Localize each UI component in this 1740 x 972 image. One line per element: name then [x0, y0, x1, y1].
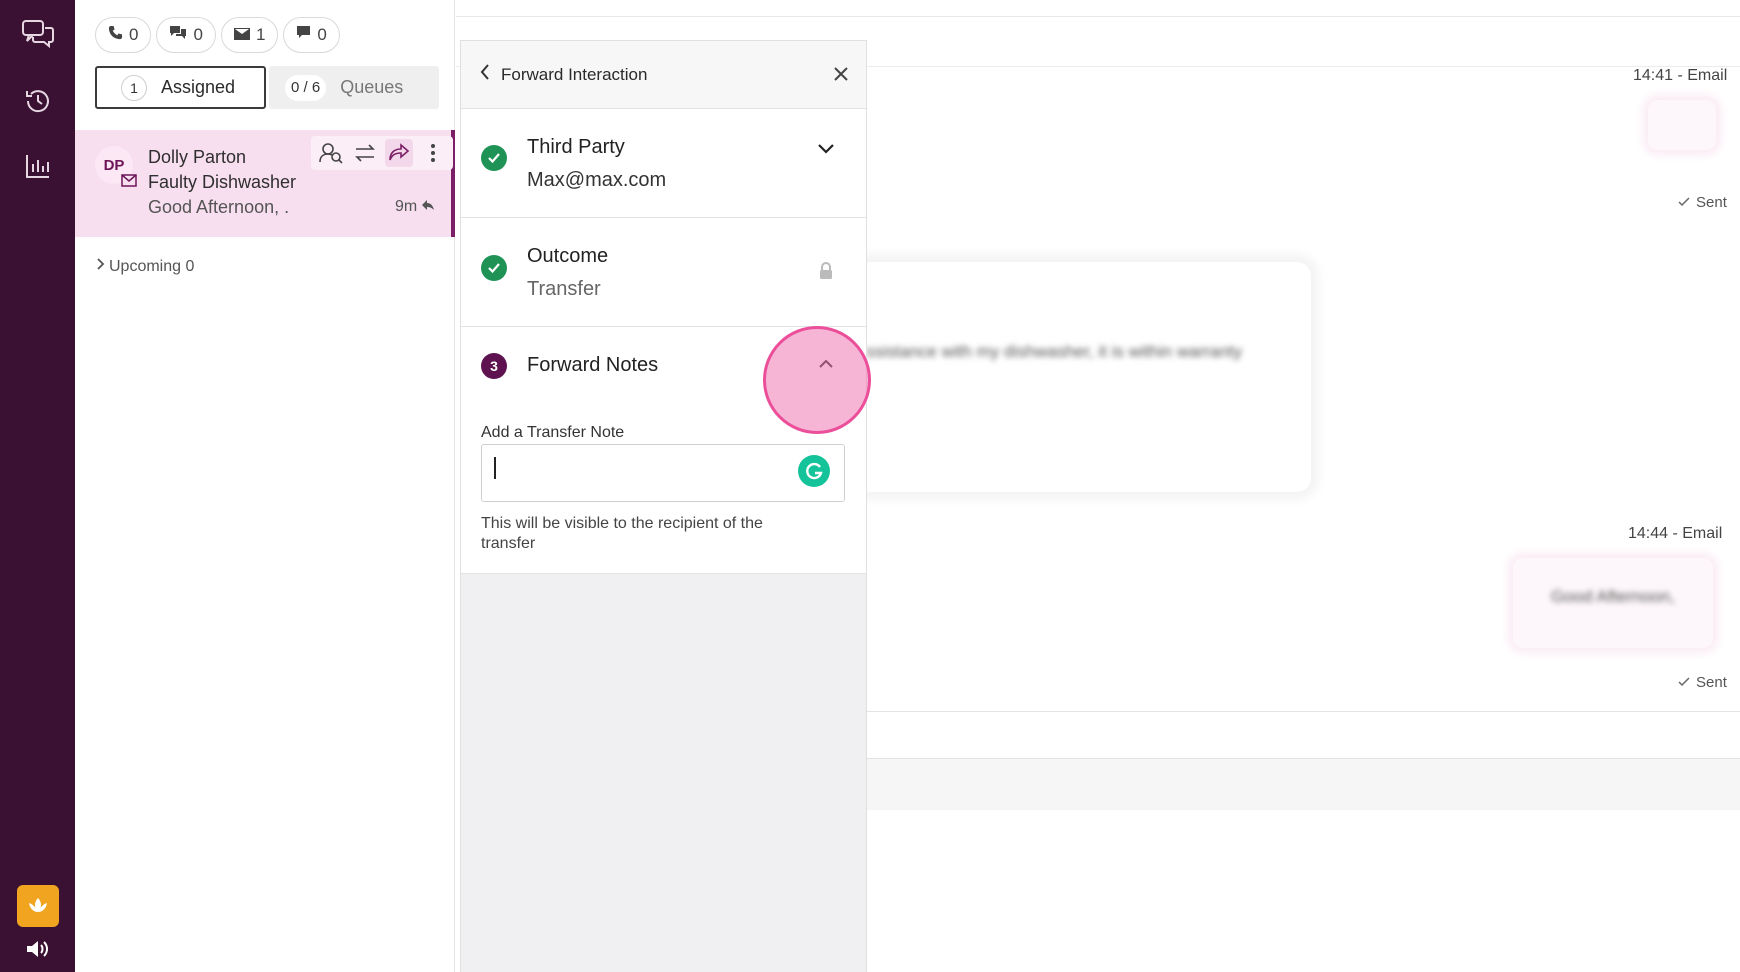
back-chevron-icon[interactable]	[479, 63, 491, 86]
contact-name: Dolly Parton	[148, 147, 247, 167]
tab-queues-label: Queues	[340, 77, 404, 97]
step-number-badge: 3	[481, 353, 507, 379]
outgoing-message-text: Good Afternoon,	[1551, 587, 1675, 606]
close-icon[interactable]	[830, 63, 852, 85]
check-circle-icon	[481, 255, 507, 281]
interaction-card[interactable]: DP Dolly Parton Faulty Dishwasher Good A…	[75, 130, 455, 237]
check-circle-icon	[481, 145, 507, 171]
email-channel-icon	[121, 174, 139, 188]
phone-icon	[108, 25, 123, 45]
message-count: 0	[317, 25, 327, 44]
tab-assigned[interactable]: 1 Assigned	[95, 66, 266, 109]
transfer-arrows-icon[interactable]	[351, 139, 379, 167]
tab-queues[interactable]: 0 / 6 Queues	[269, 66, 439, 109]
step-title: Forward Notes	[527, 354, 659, 376]
reply-toolbar	[856, 758, 1740, 810]
sent-label: Sent	[1696, 194, 1727, 211]
check-icon	[1678, 674, 1690, 691]
step-outcome[interactable]: Outcome Transfer	[461, 218, 866, 327]
click-highlight-marker	[763, 326, 871, 434]
outgoing-message-bubble[interactable]	[1648, 100, 1716, 150]
reports-chart-icon[interactable]	[18, 146, 58, 186]
speaker-icon[interactable]	[24, 938, 54, 964]
incoming-message-text: ssistance with my dishwasher, it is with…	[866, 342, 1243, 361]
interaction-age: 9m	[395, 198, 435, 216]
email-count: 1	[255, 25, 266, 44]
left-rail	[0, 0, 75, 972]
upcoming-label: Upcoming 0	[109, 257, 195, 275]
step-value: Max@max.com	[527, 169, 667, 191]
check-icon	[1678, 194, 1690, 211]
phone-counter[interactable]: 0	[95, 17, 152, 53]
text-caret	[494, 457, 496, 479]
chevron-down-icon[interactable]	[816, 138, 836, 158]
grammarly-icon[interactable]	[798, 455, 830, 487]
phone-count: 0	[129, 25, 139, 44]
message-icon	[296, 25, 311, 45]
history-icon[interactable]	[18, 81, 58, 121]
transfer-note-input[interactable]	[481, 444, 845, 502]
channel-counters: 0 0 1 0	[95, 17, 340, 53]
message-status: Sent	[1678, 194, 1727, 211]
assigned-count-badge: 1	[121, 74, 147, 101]
reply-icon	[421, 198, 435, 216]
email-icon	[233, 25, 250, 45]
assign-agent-icon[interactable]	[317, 139, 345, 167]
interaction-subject: Faulty Dishwasher	[148, 172, 297, 192]
chat-bubbles-icon[interactable]	[18, 14, 58, 54]
incoming-message-bubble[interactable]	[856, 262, 1311, 492]
message-status: Sent	[1678, 674, 1727, 691]
list-tabs: 1 Assigned 0 / 6 Queues	[95, 66, 439, 109]
message-timestamp: 14:41 - Email	[1633, 67, 1728, 84]
message-timestamp: 14:44 - Email	[1628, 525, 1723, 542]
message-preview: Good Afternoon, .	[148, 197, 290, 217]
panel-title: Forward Interaction	[501, 64, 648, 84]
chat-icon	[169, 25, 187, 45]
age-label: 9m	[395, 198, 418, 215]
step-title: Outcome	[527, 245, 609, 267]
transfer-note-label: Add a Transfer Note	[481, 424, 625, 441]
interaction-list-panel: 0 0 1 0 1 Assigned 0 / 6 Queues DP Dolly…	[75, 0, 455, 972]
forward-interaction-panel: Forward Interaction Third Party Max@max.…	[460, 40, 867, 972]
step-third-party[interactable]: Third Party Max@max.com	[461, 109, 866, 218]
transfer-note-hint: This will be visible to the recipient of…	[481, 515, 763, 552]
step-value: Transfer	[527, 278, 601, 300]
lock-icon	[818, 262, 834, 280]
chevron-right-icon	[95, 257, 105, 276]
tab-assigned-label: Assigned	[161, 77, 236, 97]
reply-divider	[856, 711, 1740, 712]
email-counter[interactable]: 1	[220, 17, 279, 53]
upcoming-toggle[interactable]: Upcoming 0	[95, 257, 194, 276]
queues-count-badge: 0 / 6	[285, 74, 327, 101]
step-title: Third Party	[527, 136, 625, 158]
flower-logo-icon[interactable]	[17, 885, 59, 927]
chat-count: 0	[193, 25, 203, 44]
chat-counter[interactable]: 0	[156, 17, 216, 53]
header-divider	[456, 16, 1740, 17]
more-options-icon[interactable]	[419, 139, 447, 167]
message-counter[interactable]: 0	[283, 17, 340, 53]
card-actions	[311, 136, 453, 170]
panel-header: Forward Interaction	[461, 41, 866, 109]
forward-share-icon[interactable]	[385, 139, 413, 167]
sent-label: Sent	[1696, 674, 1727, 691]
